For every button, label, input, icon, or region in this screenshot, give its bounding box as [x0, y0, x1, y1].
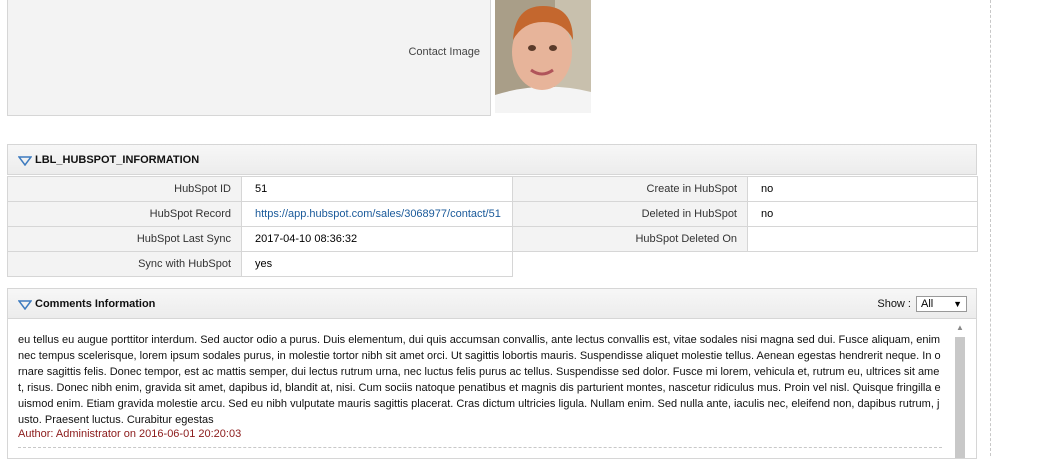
comment-author: Author: Administrator on 2016-06-01 20:2…: [18, 428, 242, 440]
hubspot-last-sync-label: HubSpot Last Sync: [7, 226, 242, 252]
comments-panel-title: Comments Information: [35, 298, 156, 310]
hubspot-panel-header[interactable]: LBL_HUBSPOT_INFORMATION: [7, 144, 977, 175]
deleted-in-hubspot-label: Deleted in HubSpot: [512, 201, 748, 227]
table-row: HubSpot ID 51 Create in HubSpot no: [7, 176, 978, 202]
collapse-triangle-icon[interactable]: [18, 300, 32, 310]
table-row: HubSpot Last Sync 2017-04-10 08:36:32 Hu…: [7, 226, 978, 252]
hubspot-deleted-on-label: HubSpot Deleted On: [512, 226, 748, 252]
scrollbar-thumb[interactable]: [955, 337, 965, 458]
comments-panel-header[interactable]: Comments Information Show : All ▼: [7, 288, 977, 319]
empty-cell: [748, 252, 978, 277]
show-filter-select[interactable]: All ▼: [916, 296, 967, 312]
table-row: Sync with HubSpot yes: [7, 251, 978, 277]
comments-list: eu tellus eu augue porttitor interdum. S…: [7, 319, 977, 459]
sync-with-hubspot-value: yes: [241, 251, 513, 277]
collapse-triangle-icon[interactable]: [18, 156, 32, 166]
hubspot-record-cell: https://app.hubspot.com/sales/3068977/co…: [241, 201, 513, 227]
deleted-in-hubspot-value: no: [747, 201, 978, 227]
contact-photo-image: [495, 0, 591, 113]
sync-with-hubspot-label: Sync with HubSpot: [7, 251, 242, 277]
hubspot-id-label: HubSpot ID: [7, 176, 242, 202]
contact-image-label: Contact Image: [408, 46, 480, 58]
comment-divider: [18, 447, 942, 448]
page-guide-line: [990, 0, 991, 456]
comment-text: eu tellus eu augue porttitor interdum. S…: [18, 334, 941, 426]
hubspot-id-value: 51: [241, 176, 513, 202]
create-in-hubspot-label: Create in HubSpot: [512, 176, 748, 202]
show-filter-value: All: [921, 298, 934, 310]
hubspot-record-label: HubSpot Record: [7, 201, 242, 227]
contact-photo[interactable]: [495, 0, 591, 113]
hubspot-detail-table: HubSpot ID 51 Create in HubSpot no HubSp…: [7, 176, 978, 277]
hubspot-deleted-on-value: [747, 226, 978, 252]
hubspot-last-sync-value: 2017-04-10 08:36:32: [241, 226, 513, 252]
hubspot-panel-title: LBL_HUBSPOT_INFORMATION: [35, 154, 200, 166]
scroll-up-arrow-icon[interactable]: ▲: [956, 323, 964, 332]
contact-image-label-cell: Contact Image: [7, 0, 491, 116]
table-row: HubSpot Record https://app.hubspot.com/s…: [7, 201, 978, 227]
show-filter-label: Show :: [877, 298, 911, 310]
create-in-hubspot-value: no: [747, 176, 978, 202]
hubspot-record-link[interactable]: https://app.hubspot.com/sales/3068977/co…: [255, 208, 501, 220]
comments-scrollbar[interactable]: ▲: [955, 323, 966, 458]
empty-cell: [513, 252, 748, 277]
dropdown-arrow-icon: ▼: [953, 299, 962, 309]
